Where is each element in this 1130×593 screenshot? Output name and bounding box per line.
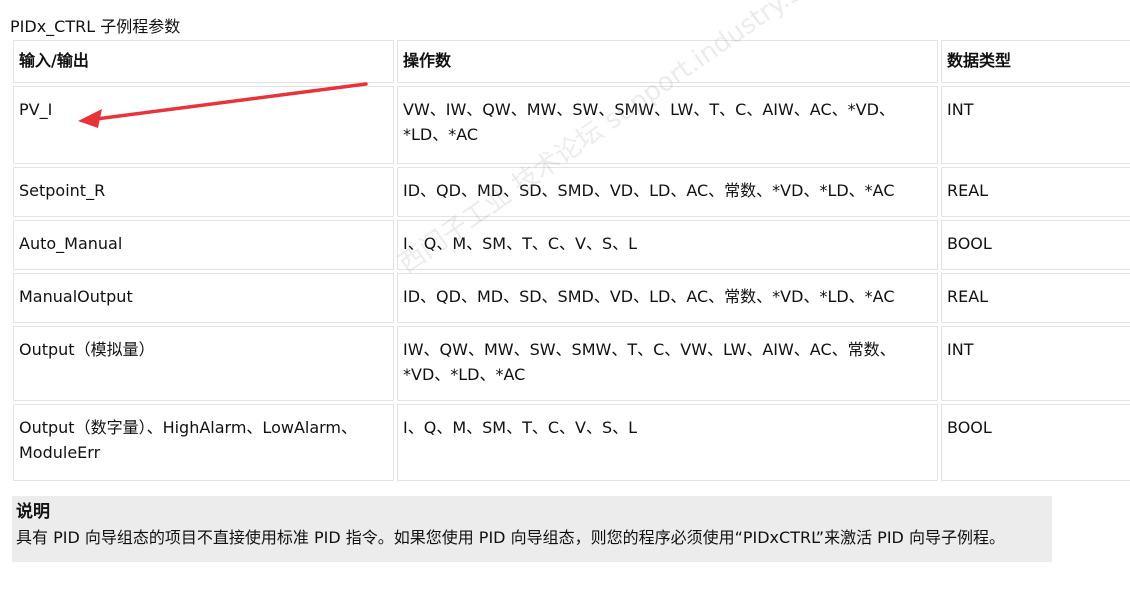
header-datatype: 数据类型 bbox=[941, 40, 1130, 83]
note-box: 说明 具有 PID 向导组态的项目不直接使用标准 PID 指令。如果您使用 PI… bbox=[12, 496, 1052, 562]
table-caption: PIDx_CTRL 子例程参数 bbox=[10, 17, 181, 36]
header-operands: 操作数 bbox=[397, 40, 938, 83]
io-cell: Output（模拟量） bbox=[13, 326, 394, 401]
table-header-row: 输入/输出 操作数 数据类型 bbox=[13, 40, 1130, 83]
table-row: Output（模拟量） IW、QW、MW、SW、SMW、T、C、VW、LW、AI… bbox=[13, 326, 1130, 401]
datatype-cell: INT bbox=[941, 86, 1130, 164]
operands-cell: ID、QD、MD、SD、SMD、VD、LD、AC、常数、*VD、*LD、*AC bbox=[397, 273, 938, 323]
table-row: Output（数字量）、HighAlarm、LowAlarm、ModuleErr… bbox=[13, 404, 1130, 481]
table-row: ManualOutput ID、QD、MD、SD、SMD、VD、LD、AC、常数… bbox=[13, 273, 1130, 323]
parameter-table: 输入/输出 操作数 数据类型 PV_I VW、IW、QW、MW、SW、SMW、L… bbox=[10, 37, 1130, 484]
datatype-cell: REAL bbox=[941, 167, 1130, 217]
operands-cell: I、Q、M、SM、T、C、V、S、L bbox=[397, 404, 938, 481]
note-body: 具有 PID 向导组态的项目不直接使用标准 PID 指令。如果您使用 PID 向… bbox=[16, 528, 1005, 547]
io-cell: Output（数字量）、HighAlarm、LowAlarm、ModuleErr bbox=[13, 404, 394, 481]
datatype-cell: BOOL bbox=[941, 220, 1130, 270]
operands-cell: VW、IW、QW、MW、SW、SMW、LW、T、C、AIW、AC、*VD、*LD… bbox=[397, 86, 938, 164]
header-io: 输入/输出 bbox=[13, 40, 394, 83]
table-row: Auto_Manual I、Q、M、SM、T、C、V、S、L BOOL bbox=[13, 220, 1130, 270]
table-row: PV_I VW、IW、QW、MW、SW、SMW、LW、T、C、AIW、AC、*V… bbox=[13, 86, 1130, 164]
operands-cell: I、Q、M、SM、T、C、V、S、L bbox=[397, 220, 938, 270]
datatype-cell: BOOL bbox=[941, 404, 1130, 481]
datatype-cell: INT bbox=[941, 326, 1130, 401]
datatype-cell: REAL bbox=[941, 273, 1130, 323]
io-cell: ManualOutput bbox=[13, 273, 394, 323]
operands-cell: ID、QD、MD、SD、SMD、VD、LD、AC、常数、*VD、*LD、*AC bbox=[397, 167, 938, 217]
io-cell: Setpoint_R bbox=[13, 167, 394, 217]
io-cell: PV_I bbox=[13, 86, 394, 164]
io-cell: Auto_Manual bbox=[13, 220, 394, 270]
table-row: Setpoint_R ID、QD、MD、SD、SMD、VD、LD、AC、常数、*… bbox=[13, 167, 1130, 217]
note-title: 说明 bbox=[16, 502, 50, 522]
operands-cell: IW、QW、MW、SW、SMW、T、C、VW、LW、AIW、AC、常数、*VD、… bbox=[397, 326, 938, 401]
